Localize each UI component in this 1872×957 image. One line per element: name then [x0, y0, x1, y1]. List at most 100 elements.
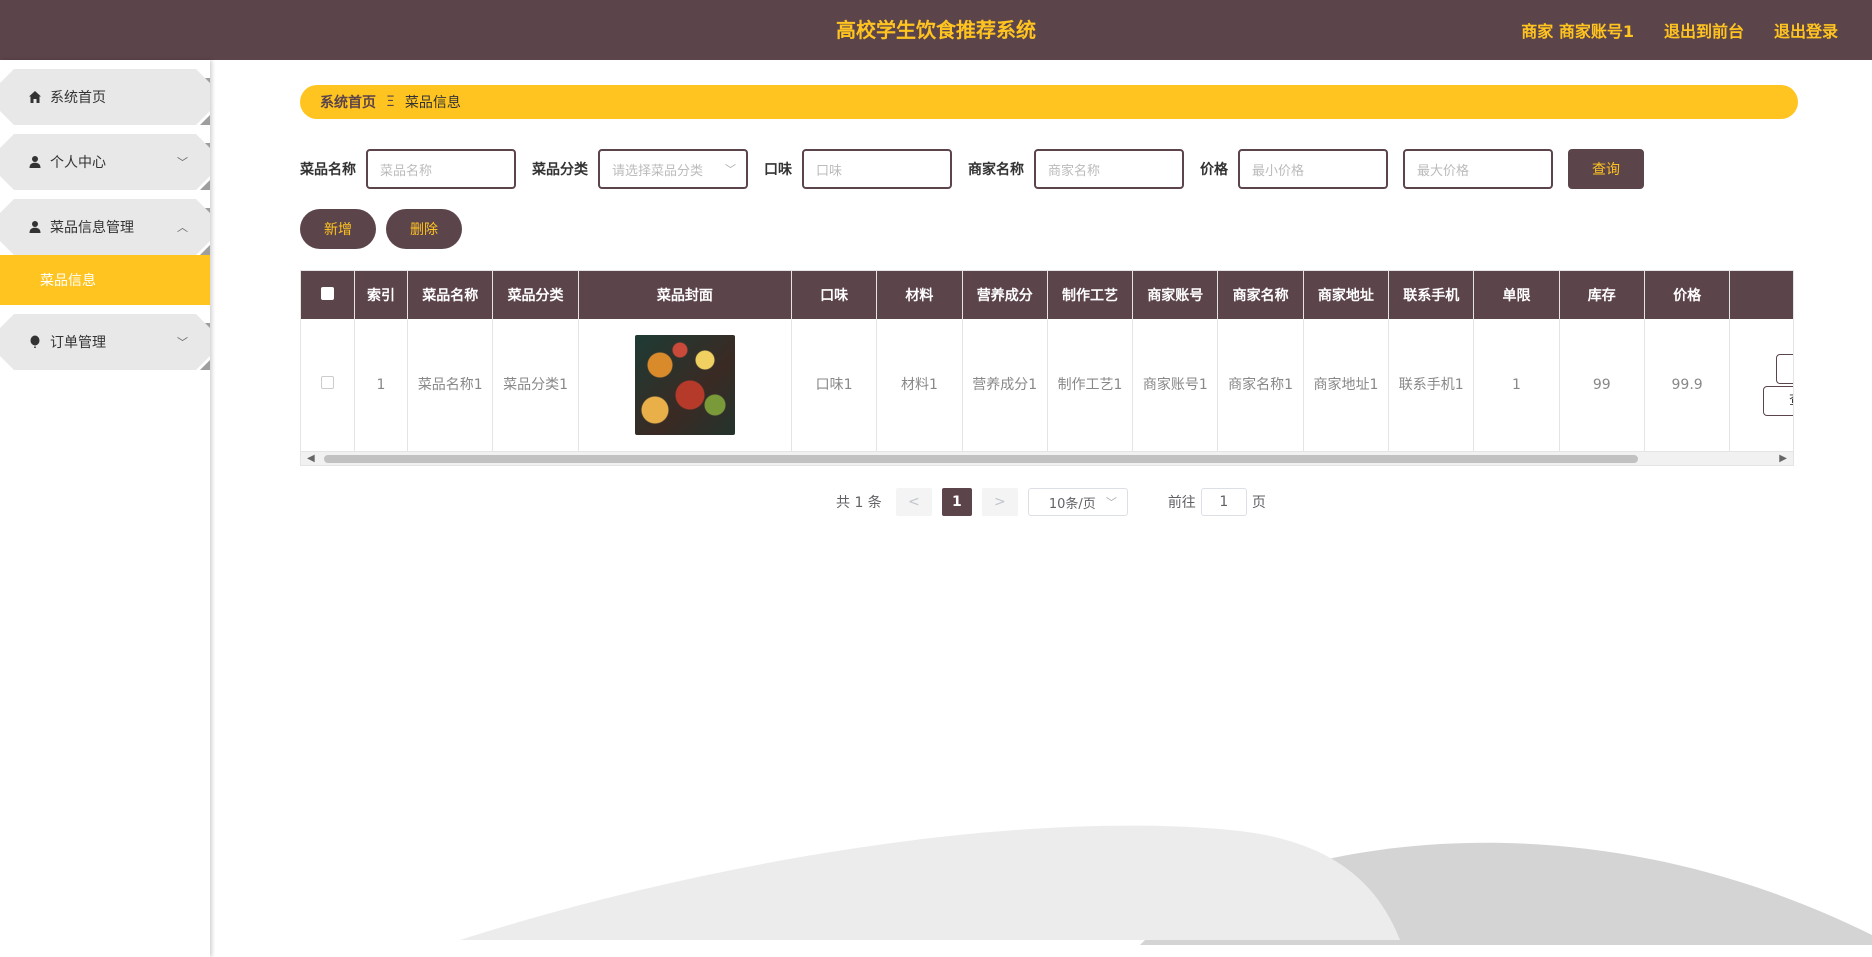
taste-input[interactable]: 口味 — [802, 149, 952, 189]
current-user-label[interactable]: 商家 商家账号1 — [1521, 18, 1634, 42]
index-cell: 1 — [354, 319, 409, 451]
detail-button[interactable]: 详情 — [1776, 354, 1793, 384]
min-price-input[interactable]: 最小价格 — [1238, 149, 1388, 189]
merchant-address-cell: 商家地址1 — [1303, 319, 1390, 451]
dish-table: 索引 菜品名称 菜品分类 菜品封面 口味 材料 营养成分 制作工艺 商家账号 商… — [300, 270, 1794, 466]
dish-category-label: 菜品分类 — [532, 162, 588, 178]
limit-cell: 1 — [1473, 319, 1560, 451]
delete-button[interactable]: 删除 — [386, 209, 462, 249]
column-header: 商家名称 — [1217, 271, 1304, 319]
column-header: 商家地址 — [1303, 271, 1390, 319]
row-select-cell — [301, 319, 355, 451]
home-icon — [28, 90, 42, 104]
nutrition-cell: 营养成分1 — [962, 319, 1048, 451]
dish-category-select[interactable]: 请选择菜品分类 ﹀ — [598, 149, 748, 189]
dish-category-placeholder: 请选择菜品分类 — [612, 163, 704, 179]
dish-cover-cell — [578, 319, 792, 451]
craft-cell: 制作工艺1 — [1047, 319, 1134, 451]
sidebar-item-dish-manage-wrap: 菜品信息管理 ︿ — [0, 199, 210, 255]
query-button[interactable]: 查询 — [1568, 149, 1644, 189]
sidebar-item-orders[interactable]: 订单管理 ﹀ — [0, 314, 210, 370]
dish-name-input[interactable]: 菜品名称 — [366, 149, 516, 189]
chevron-down-icon: ﹀ — [177, 156, 188, 169]
operation-cell: 详情 查看评论 — [1729, 319, 1793, 451]
breadcrumb-home[interactable]: 系统首页 — [320, 92, 376, 112]
add-button[interactable]: 新增 — [300, 209, 376, 249]
goto-page-input[interactable]: 1 — [1200, 488, 1247, 516]
price-cell: 99.9 — [1644, 319, 1731, 451]
page-size-value: 10条/页 — [1048, 496, 1096, 512]
sidebar-item-label: 订单管理 — [50, 335, 106, 351]
column-header: 商家账号 — [1132, 271, 1219, 319]
stock-cell: 99 — [1559, 319, 1645, 451]
breadcrumb: 系统首页 Ξ 菜品信息 — [300, 85, 1798, 119]
goto-label: 前往 — [1167, 495, 1196, 511]
column-header: 操作 — [1729, 271, 1793, 319]
scroll-right-icon[interactable]: ▶ — [1779, 453, 1787, 464]
phone-cell: 联系手机1 — [1388, 319, 1475, 451]
dish-cover-image — [634, 335, 735, 435]
taste-cell: 口味1 — [791, 319, 878, 451]
user-icon — [28, 220, 42, 234]
row-checkbox[interactable] — [320, 376, 334, 389]
chevron-down-icon: ﹀ — [177, 336, 188, 349]
sidebar-item-home-wrap: 系统首页 — [0, 69, 210, 125]
page-number-current[interactable]: 1 — [941, 488, 972, 516]
taste-label: 口味 — [764, 162, 792, 178]
page-unit-label: 页 — [1251, 495, 1266, 511]
sidebar-item-label: 个人中心 — [50, 155, 106, 171]
view-reviews-button[interactable]: 查看评论 — [1763, 386, 1793, 416]
column-header: 单限 — [1473, 271, 1560, 319]
column-header: 材料 — [876, 271, 963, 319]
merchant-name-cell: 商家名称1 — [1217, 319, 1304, 451]
dish-name-label: 菜品名称 — [300, 162, 356, 178]
column-header: 库存 — [1559, 271, 1645, 319]
table-row: 1 菜品名称1 菜品分类1 口味1 材料1 营养成分1 制作工艺1 商家账号1 … — [301, 319, 1793, 451]
header-actions: 商家 商家账号1 退出到前台 退出登录 — [1521, 0, 1838, 60]
user-icon — [28, 155, 42, 169]
search-bar: 菜品名称 菜品名称 菜品分类 请选择菜品分类 ﹀ 口味 口味 商家名称 商家名称… — [300, 149, 1644, 189]
sidebar-item-profile[interactable]: 个人中心 ﹀ — [0, 134, 210, 190]
column-header: 价格 — [1644, 271, 1731, 319]
merchant-name-input[interactable]: 商家名称 — [1034, 149, 1184, 189]
horizontal-scrollbar[interactable]: ◀ ▶ — [300, 451, 1794, 466]
chevron-down-icon: ﹀ — [725, 163, 736, 176]
merchant-name-label: 商家名称 — [968, 162, 1024, 178]
material-cell: 材料1 — [876, 319, 963, 451]
merchant-account-cell: 商家账号1 — [1132, 319, 1219, 451]
balloon-icon — [28, 335, 42, 349]
pagination: 共 1 条 < 1 > 10条/页 ﹀ 前往 1 页 — [836, 488, 1266, 516]
column-header: 联系手机 — [1388, 271, 1475, 319]
table-header-row: 索引 菜品名称 菜品分类 菜品封面 口味 材料 营养成分 制作工艺 商家账号 商… — [301, 271, 1793, 319]
breadcrumb-separator: Ξ — [386, 94, 395, 110]
column-header: 菜品名称 — [407, 271, 494, 319]
column-header: 制作工艺 — [1047, 271, 1134, 319]
prev-page-button[interactable]: < — [895, 488, 932, 516]
page-size-select[interactable]: 10条/页 ﹀ — [1027, 488, 1128, 516]
max-price-input[interactable]: 最大价格 — [1403, 149, 1553, 189]
chevron-down-icon: ﹀ — [1105, 496, 1117, 509]
sidebar-item-dish-manage[interactable]: 菜品信息管理 ︿ — [0, 199, 210, 255]
column-header: 营养成分 — [962, 271, 1048, 319]
sidebar-item-label: 系统首页 — [50, 90, 106, 106]
breadcrumb-current: 菜品信息 — [404, 95, 461, 111]
top-header: 高校学生饮食推荐系统 商家 商家账号1 退出到前台 退出登录 — [0, 0, 1872, 60]
next-page-button[interactable]: > — [981, 488, 1018, 516]
price-label: 价格 — [1200, 162, 1228, 178]
scroll-left-icon[interactable]: ◀ — [307, 453, 315, 464]
decorative-hills — [460, 825, 1872, 945]
exit-to-front-link[interactable]: 退出到前台 — [1664, 18, 1744, 42]
total-count: 共 1 条 — [836, 495, 882, 511]
column-header: 口味 — [791, 271, 878, 319]
logout-link[interactable]: 退出登录 — [1774, 18, 1838, 42]
dish-category-cell: 菜品分类1 — [492, 319, 579, 451]
select-all-header — [301, 271, 355, 319]
scrollbar-thumb[interactable] — [324, 455, 1638, 463]
chevron-up-icon: ︿ — [177, 221, 188, 234]
sidebar-item-home[interactable]: 系统首页 — [0, 69, 210, 125]
sidebar-subitem-dish-info[interactable]: 菜品信息 — [0, 255, 210, 305]
column-header: 菜品分类 — [492, 271, 579, 319]
sidebar-item-orders-wrap: 订单管理 ﹀ — [0, 314, 210, 370]
select-all-checkbox[interactable] — [320, 286, 334, 300]
dish-name-cell: 菜品名称1 — [407, 319, 494, 451]
